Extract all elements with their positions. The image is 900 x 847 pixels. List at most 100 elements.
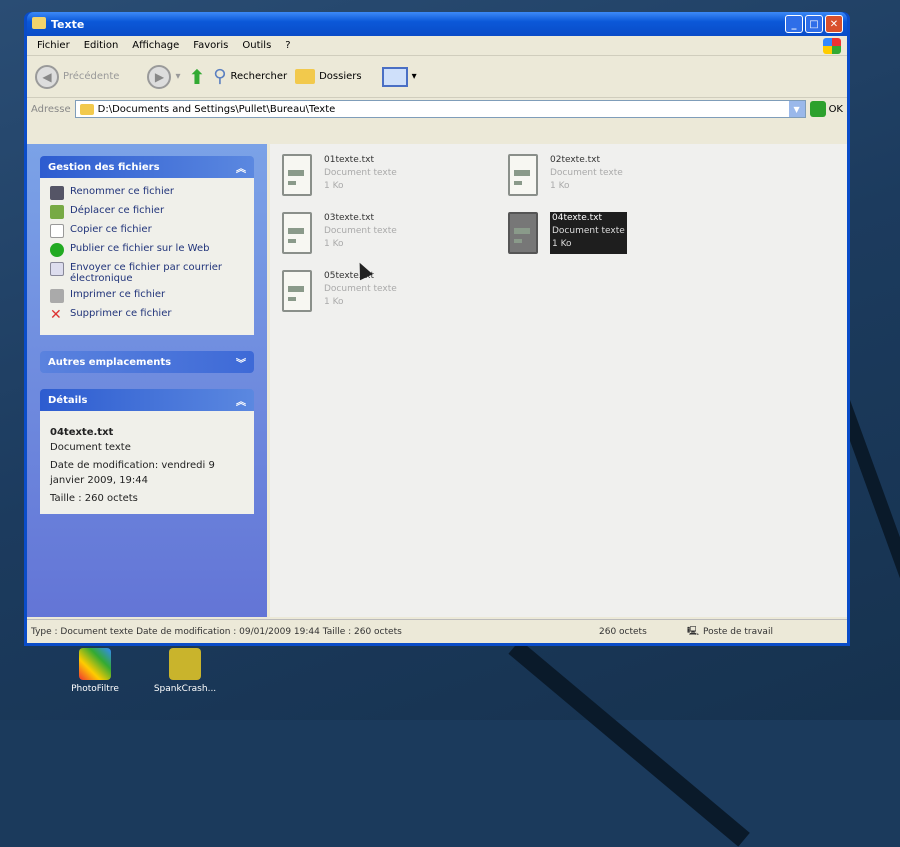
- task-label: Publier ce fichier sur le Web: [70, 243, 210, 254]
- close-button[interactable]: ✕: [825, 15, 843, 33]
- menu-fichier[interactable]: Fichier: [37, 40, 70, 51]
- photofiltre-icon: [79, 648, 111, 680]
- explorer-window: Texte _ □ ✕ Fichier Edition Affichage Favo…: [24, 12, 850, 646]
- details-size: Taille : 260 octets: [50, 493, 138, 504]
- forward-arrow-icon: ▶: [147, 64, 172, 89]
- go-button[interactable]: OK: [809, 101, 843, 117]
- expand-icon: ︾: [236, 358, 246, 370]
- file-item[interactable]: 02texte.txt Document texte 1 Ko: [508, 154, 708, 196]
- file-type: Document texte: [324, 168, 397, 178]
- details-type: Document texte: [50, 442, 131, 453]
- back-arrow-icon: ◀: [35, 64, 59, 89]
- go-label: OK: [828, 103, 843, 115]
- task-copy[interactable]: Copier ce fichier: [50, 224, 244, 238]
- file-name: 01texte.txt: [324, 155, 374, 165]
- menu-outils[interactable]: Outils: [242, 40, 271, 51]
- panel-title: Gestion des fichiers: [48, 161, 160, 173]
- task-pane: Gestion des fichiers ︽ Renommer ce fichie…: [27, 144, 267, 617]
- file-item[interactable]: 03texte.txt Document texte 1 Ko: [282, 212, 482, 254]
- menu-affichage[interactable]: Affichage: [132, 40, 179, 51]
- title-bar[interactable]: Texte _ □ ✕: [27, 12, 847, 36]
- search-button[interactable]: ⚲ Rechercher: [213, 66, 287, 87]
- computer-icon: 🖳: [687, 626, 700, 637]
- folders-icon: [295, 69, 316, 84]
- rename-icon: [50, 186, 64, 200]
- globe-icon: [50, 243, 64, 257]
- file-size: 1 Ko: [550, 181, 570, 191]
- details-panel: Détails ︽ 04texte.txt Document texte Date…: [40, 389, 254, 514]
- file-view: 01texte.txt Document texte 1 Ko 02texte.tx…: [270, 144, 847, 617]
- details-filename: 04texte.txt: [50, 427, 114, 438]
- menu-edition[interactable]: Edition: [84, 40, 119, 51]
- details-header[interactable]: Détails ︽: [40, 389, 254, 411]
- task-label: Renommer ce fichier: [70, 186, 175, 197]
- task-label: Envoyer ce fichier par courrier électron…: [70, 262, 223, 284]
- menu-favoris[interactable]: Favoris: [193, 40, 228, 51]
- file-type: Document texte: [324, 284, 397, 294]
- file-item[interactable]: 01texte.txt Document texte 1 Ko: [282, 154, 482, 196]
- windows-logo-icon: [823, 38, 841, 54]
- printer-icon: [50, 289, 64, 303]
- file-size: 1 Ko: [324, 239, 344, 249]
- task-move[interactable]: Déplacer ce fichier: [50, 205, 244, 219]
- desktop-icon-spankcrash[interactable]: SpankCrash...: [145, 648, 225, 694]
- file-tasks-panel: Gestion des fichiers ︽ Renommer ce fichie…: [40, 156, 254, 335]
- status-zone: Poste de travail: [703, 626, 773, 637]
- menu-help[interactable]: ?: [285, 40, 290, 51]
- task-print[interactable]: Imprimer ce fichier: [50, 289, 244, 303]
- folder-icon: [32, 17, 46, 29]
- spankcrash-icon: [169, 648, 201, 680]
- folder-icon: [79, 103, 94, 115]
- panel-title: Détails: [48, 394, 88, 406]
- delete-icon: ✕: [50, 307, 62, 323]
- go-arrow-icon: [809, 101, 826, 117]
- task-rename[interactable]: Renommer ce fichier: [50, 186, 244, 200]
- task-label: Copier ce fichier: [70, 224, 152, 235]
- file-name: 04texte.txt: [552, 213, 602, 223]
- file-item[interactable]: 05texte.txt Document texte 1 Ko: [282, 270, 482, 312]
- status-size: 260 octets: [599, 626, 647, 637]
- up-arrow-icon: ⬆: [188, 64, 206, 89]
- views-icon: [381, 66, 408, 87]
- back-button[interactable]: ◀ Précédente: [35, 64, 119, 89]
- panel-title: Autres emplacements: [48, 356, 172, 368]
- status-bar: Type : Document texte Date de modificati…: [27, 619, 847, 643]
- address-path: D:\Documents and Settings\Pullet\Bureau\…: [97, 103, 336, 115]
- folders-label: Dossiers: [319, 71, 362, 82]
- copy-icon: [50, 224, 64, 238]
- file-type: Document texte: [550, 168, 623, 178]
- file-type: Document texte: [324, 226, 397, 236]
- folders-button[interactable]: Dossiers: [295, 69, 362, 84]
- text-file-icon: [282, 154, 312, 196]
- desktop-icon-photofiltre[interactable]: PhotoFiltre: [55, 648, 135, 694]
- file-tasks-header[interactable]: Gestion des fichiers ︽: [40, 156, 254, 178]
- file-name: 03texte.txt: [324, 213, 374, 223]
- file-size: 1 Ko: [324, 297, 344, 307]
- text-file-icon: [282, 212, 312, 254]
- task-label: Déplacer ce fichier: [70, 205, 165, 216]
- collapse-icon: ︽: [236, 163, 246, 175]
- address-input[interactable]: D:\Documents and Settings\Pullet\Bureau\…: [74, 100, 806, 118]
- maximize-button[interactable]: □: [805, 15, 823, 33]
- file-type: Document texte: [552, 226, 625, 236]
- minimize-button[interactable]: _: [785, 15, 803, 33]
- task-email[interactable]: Envoyer ce fichier par courrier électron…: [50, 262, 244, 284]
- up-folder-button[interactable]: ⬆: [189, 65, 206, 89]
- task-delete[interactable]: ✕ Supprimer ce fichier: [50, 308, 244, 322]
- address-dropdown[interactable]: ▼: [788, 101, 805, 117]
- text-file-icon: [508, 212, 538, 254]
- task-publish[interactable]: Publier ce fichier sur le Web: [50, 243, 244, 257]
- other-places-header[interactable]: Autres emplacements ︾: [40, 351, 254, 373]
- email-icon: [50, 262, 64, 276]
- collapse-icon: ︽: [236, 396, 246, 408]
- file-size: 1 Ko: [552, 239, 572, 249]
- file-item-selected[interactable]: 04texte.txt Document texte 1 Ko: [508, 212, 708, 254]
- text-file-icon: [508, 154, 538, 196]
- other-places-panel: Autres emplacements ︾: [40, 351, 254, 373]
- forward-button[interactable]: ▶ ▾: [147, 64, 181, 89]
- menu-bar: Fichier Edition Affichage Favoris Outils…: [27, 36, 847, 56]
- address-bar: Adresse D:\Documents and Settings\Pullet…: [27, 98, 847, 120]
- views-button[interactable]: ▾: [381, 66, 417, 87]
- status-info: Type : Document texte Date de modificati…: [31, 626, 402, 637]
- search-label: Rechercher: [230, 71, 288, 82]
